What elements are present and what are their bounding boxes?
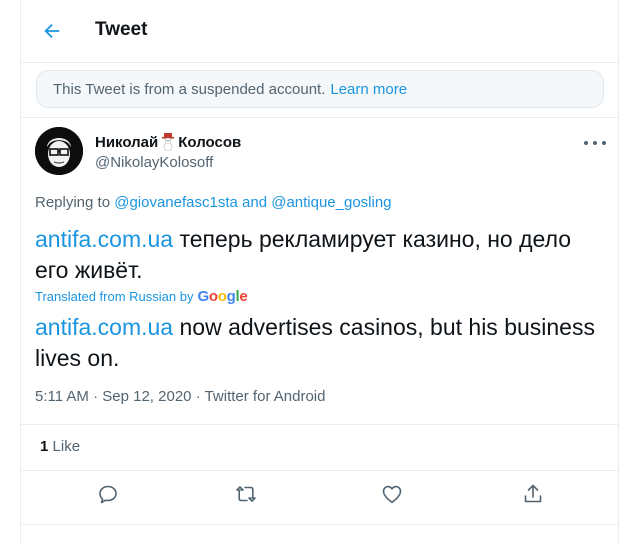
translated-by[interactable]: Translated from Russian by Google [35,288,248,305]
author-name[interactable]: Николай Колосов [95,133,241,151]
translated-label: Translated from Russian by [35,289,194,304]
tweet-time[interactable]: 5:11 AM [35,388,89,405]
tweet-source[interactable]: Twitter for Android [205,388,326,405]
replying-prefix: Replying to [35,194,111,211]
likes-number: 1 [40,438,49,455]
notice-text: This Tweet is from a suspended account. [53,80,326,98]
header-divider [21,62,618,63]
original-url-link[interactable]: antifa.com.ua [35,226,173,252]
more-options-icon[interactable] [584,136,606,150]
meta-divider [21,424,618,425]
author-handle[interactable]: @NikolayKolosoff [95,154,213,171]
tweet-actions [21,482,618,512]
tweet-text-translated: antifa.com.ua now advertises casinos, bu… [35,312,605,374]
share-icon[interactable] [521,482,545,506]
page-title: Tweet [95,19,148,40]
suspended-notice: This Tweet is from a suspended account. … [36,70,604,108]
tweet-date[interactable]: Sep 12, 2020 [102,388,191,405]
tweet-text-original: antifa.com.ua теперь рекламирует казино,… [35,224,605,286]
translated-url-link[interactable]: antifa.com.ua [35,314,173,340]
retweet-icon[interactable] [234,482,258,506]
author-name-part1: Николай [95,133,159,151]
actions-divider [21,524,618,525]
likes-count[interactable]: 1 Like [40,438,80,455]
reply-icon[interactable] [96,482,120,506]
learn-more-link[interactable]: Learn more [330,81,407,98]
notice-divider [21,117,618,118]
likes-label: Like [52,438,81,455]
like-heart-icon[interactable] [380,482,404,506]
tweet-meta: 5:11 AM · Sep 12, 2020 · Twitter for And… [35,388,325,405]
header: Tweet [21,0,618,62]
google-logo: Google [197,288,248,305]
replying-to: Replying to @giovanefasc1sta and @antiqu… [35,194,392,211]
stats-divider [21,470,618,471]
meta-separator-2: · [195,388,201,405]
avatar[interactable] [35,127,83,175]
tweet-column: Tweet This Tweet is from a suspended acc… [20,0,619,544]
avatar-image [35,127,83,175]
snowman-icon [162,133,175,151]
arrow-left-icon[interactable] [41,20,63,42]
meta-separator: · [93,388,99,405]
replying-users-link[interactable]: @giovanefasc1sta and @antique_gosling [114,194,391,211]
author-name-part2: Колосов [178,133,242,151]
